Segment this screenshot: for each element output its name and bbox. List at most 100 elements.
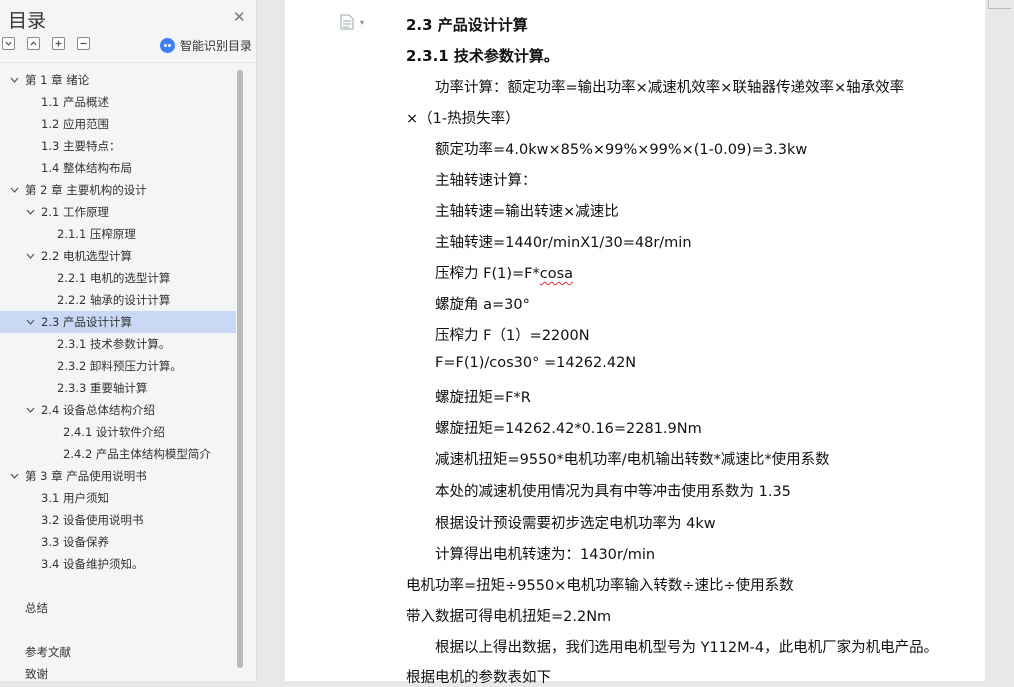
- paragraph-line: 带入数据可得电机扭矩=2.2Nm: [406, 609, 612, 625]
- smart-toc-button[interactable]: 智能识别目录: [160, 37, 252, 54]
- chevron-down-icon[interactable]: [26, 245, 36, 267]
- toc-item[interactable]: 1.4 整体结构布局: [0, 157, 236, 179]
- text-run: 压榨力 F(1)=F*: [435, 266, 540, 282]
- toc-item-label: 第 3 章 产品使用说明书: [25, 469, 147, 483]
- toc-item-label: 1.4 整体结构布局: [41, 161, 132, 175]
- toc-item-label: 2.3.2 卸料预压力计算。: [57, 359, 182, 373]
- toc-item[interactable]: 3.4 设备维护须知。: [0, 553, 236, 575]
- paragraph-line: 根据设计预设需要初步选定电机功率为 4kw: [435, 516, 716, 532]
- toc-item[interactable]: 2.4.2 产品主体结构模型简介: [0, 443, 236, 465]
- toc-item[interactable]: 2.3.3 重要轴计算: [0, 377, 236, 399]
- page-corner-mark: [988, 0, 1011, 9]
- toc-item[interactable]: 第 3 章 产品使用说明书: [0, 465, 236, 487]
- chevron-down-icon[interactable]: [26, 399, 36, 421]
- toc-item-label: 1.2 应用范围: [41, 117, 109, 131]
- toc-item[interactable]: 1.1 产品概述: [0, 91, 236, 113]
- toc-item[interactable]: 2.4 设备总体结构介绍: [0, 399, 236, 421]
- toc-item[interactable]: 1.2 应用范围: [0, 113, 236, 135]
- paragraph-line: 功率计算：额定功率=输出功率×减速机效率×联轴器传递效率×轴承效率: [435, 80, 905, 96]
- toc-item[interactable]: 3.1 用户须知: [0, 487, 236, 509]
- toc-item-label: 第 2 章 主要机构的设计: [25, 183, 147, 197]
- toc-item-label: 3.3 设备保养: [41, 535, 109, 549]
- toc-item[interactable]: 致谢: [0, 663, 236, 681]
- toc-item[interactable]: 第 2 章 主要机构的设计: [0, 179, 236, 201]
- toc-item-label: 2.2.1 电机的选型计算: [57, 271, 171, 285]
- paragraph-line: 主轴转速计算：: [435, 173, 537, 189]
- sidebar-divider: [0, 62, 256, 63]
- spellcheck-flagged-word[interactable]: cosa: [540, 266, 573, 282]
- chevron-down-icon[interactable]: [10, 465, 20, 487]
- toc-item-label: 2.3.1 技术参数计算。: [57, 337, 171, 351]
- paragraph-line: 额定功率=4.0kw×85%×99%×99%×(1-0.09)=3.3kw: [435, 142, 808, 158]
- toc-toolbar: [2, 37, 102, 50]
- paragraph-line: 减速机扭矩=9550*电机功率/电机输出转数*减速比*使用系数: [435, 452, 830, 468]
- toc-item[interactable]: 2.2.1 电机的选型计算: [0, 267, 236, 289]
- paragraph-line: 压榨力 F（1）=2200N: [435, 328, 590, 344]
- toc-item[interactable]: 3.3 设备保养: [0, 531, 236, 553]
- section-heading: 2.3 产品设计计算: [406, 16, 528, 34]
- remove-heading-icon[interactable]: [77, 37, 90, 50]
- paragraph-line: ×（1-热损失率）: [406, 111, 520, 127]
- toc-item[interactable]: 2.3.1 技术参数计算。: [0, 333, 236, 355]
- toc-item-label: 2.2 电机选型计算: [41, 249, 132, 263]
- chevron-down-icon: ▾: [360, 18, 365, 27]
- chevron-down-icon[interactable]: [10, 179, 20, 201]
- toc-item-label: 3.4 设备维护须知。: [41, 557, 144, 571]
- toc-item[interactable]: 3.2 设备使用说明书: [0, 509, 236, 531]
- toc-item[interactable]: 2.1.1 压榨原理: [0, 223, 236, 245]
- add-heading-icon[interactable]: [52, 37, 65, 50]
- toc-item-label: 2.1.1 压榨原理: [57, 227, 136, 241]
- close-icon[interactable]: ✕: [233, 8, 246, 26]
- toc-item[interactable]: 2.3.2 卸料预压力计算。: [0, 355, 236, 377]
- toc-item[interactable]: 2.3 产品设计计算: [0, 311, 236, 333]
- toc-item-label: 2.1 工作原理: [41, 205, 109, 219]
- toc-item[interactable]: 2.2.2 轴承的设计计算: [0, 289, 236, 311]
- paragraph-menu-icon[interactable]: ▾: [340, 14, 364, 34]
- chevron-down-icon[interactable]: [10, 69, 20, 91]
- toc-item-label: 2.4 设备总体结构介绍: [41, 403, 155, 417]
- paragraph-line: 根据电机的参数表如下: [406, 670, 551, 686]
- toc-spacer: [0, 575, 236, 597]
- paragraph-line: 螺旋扭矩=14262.42*0.16=2281.9Nm: [435, 421, 702, 437]
- toc-item-label: 总结: [25, 601, 48, 615]
- toc-item-label: 3.1 用户须知: [41, 491, 109, 505]
- section-heading: 2.3.1 技术参数计算。: [406, 47, 559, 65]
- ai-bot-icon: [160, 38, 175, 53]
- paragraph-line: 压榨力 F(1)=F*cosa: [435, 262, 573, 283]
- toc-item[interactable]: 2.4.1 设计软件介绍: [0, 421, 236, 443]
- toc-item-label: 2.3.3 重要轴计算: [57, 381, 148, 395]
- paragraph-line: 计算得出电机转速为：1430r/min: [435, 547, 656, 563]
- toc-tree: 第 1 章 绪论 1.1 产品概述 1.2 应用范围 1.3 主要特点： 1.4 整体结…: [0, 69, 236, 681]
- sidebar-title: 目录: [8, 10, 47, 32]
- toc-item[interactable]: 总结: [0, 597, 236, 619]
- paragraph-line: 电机功率=扭矩÷9550×电机功率输入转数÷速比÷使用系数: [406, 578, 794, 594]
- chevron-down-icon[interactable]: [26, 201, 36, 223]
- paragraph-line: F=F(1)/cos30° =14262.42N: [435, 355, 637, 371]
- toc-item-label: 2.4.1 设计软件介绍: [63, 425, 165, 439]
- toc-item-label: 第 1 章 绪论: [25, 73, 90, 87]
- toc-item-label: 1.3 主要特点：: [41, 139, 121, 153]
- collapse-all-icon[interactable]: [2, 37, 15, 50]
- chevron-down-icon[interactable]: [26, 311, 36, 333]
- toc-spacer: [0, 619, 236, 641]
- toc-item-label: 参考文献: [25, 645, 71, 659]
- smart-toc-label: 智能识别目录: [180, 39, 253, 53]
- paragraph-line: 根据以上得出数据，我们选用电机型号为 Y112M-4，此电机厂家为机电产品。: [435, 640, 939, 656]
- paragraph-line: 主轴转速=1440r/minX1/30=48r/min: [435, 235, 692, 251]
- toc-item[interactable]: 2.2 电机选型计算: [0, 245, 236, 267]
- toc-item[interactable]: 1.3 主要特点：: [0, 135, 236, 157]
- toc-item-label: 1.1 产品概述: [41, 95, 109, 109]
- toc-item-label: 2.2.2 轴承的设计计算: [57, 293, 171, 307]
- toc-item-label: 3.2 设备使用说明书: [41, 513, 144, 527]
- paragraph-line: 本处的减速机使用情况为具有中等冲击使用系数为 1.35: [435, 484, 791, 500]
- paragraph-line: 螺旋角 a=30°: [435, 297, 530, 313]
- expand-icon[interactable]: [27, 37, 40, 50]
- toc-item-label: 2.3 产品设计计算: [41, 315, 132, 329]
- paragraph-line: 螺旋扭矩=F*R: [435, 390, 531, 406]
- toc-item[interactable]: 参考文献: [0, 641, 236, 663]
- toc-item[interactable]: 第 1 章 绪论: [0, 69, 236, 91]
- sidebar-scrollbar[interactable]: [237, 70, 243, 668]
- toc-sidebar: 目录 ✕ 智能识别目录 第 1 章 绪论 1.1 产品概述 1.2 应用范围 1.3 …: [0, 0, 257, 681]
- toc-item[interactable]: 2.1 工作原理: [0, 201, 236, 223]
- toc-item-label: 2.4.2 产品主体结构模型简介: [63, 447, 211, 461]
